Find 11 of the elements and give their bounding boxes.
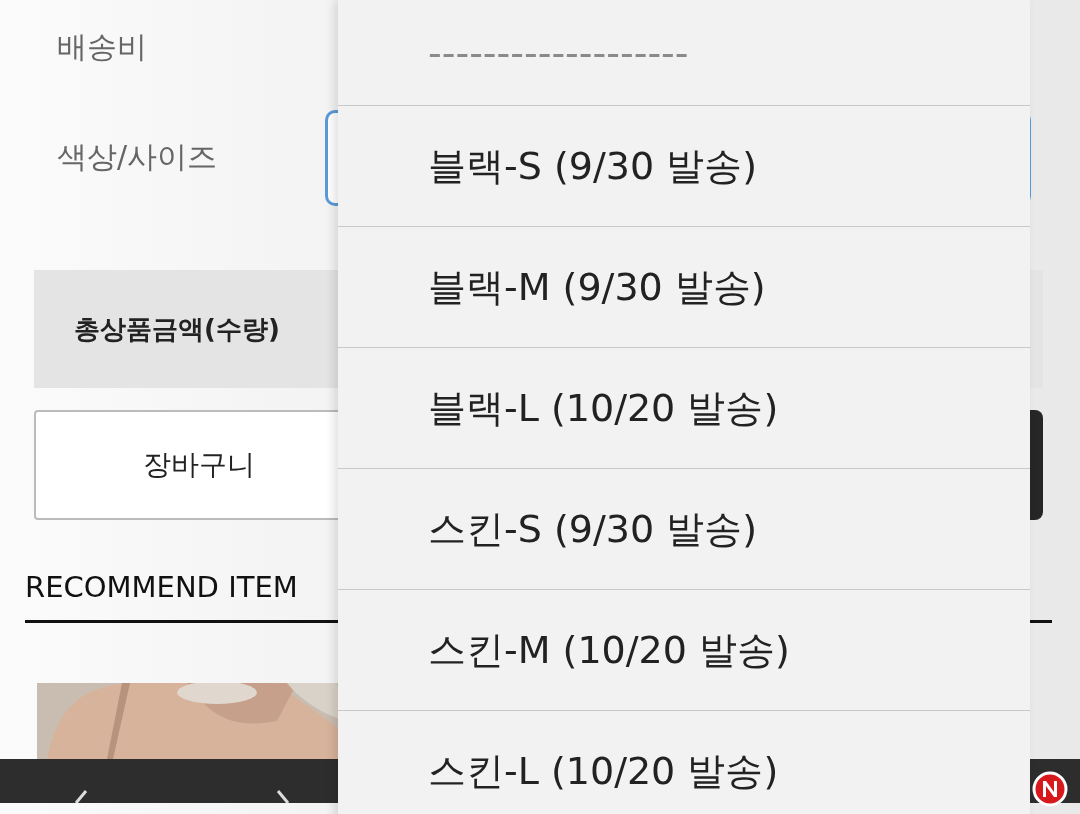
notification-icon[interactable] xyxy=(1032,771,1068,807)
dropdown-option[interactable]: 블랙-S (9/30 발송) xyxy=(338,106,1030,227)
dropdown-option[interactable]: 스킨-S (9/30 발송) xyxy=(338,469,1030,590)
dropdown-option[interactable]: 스킨-M (10/20 발송) xyxy=(338,590,1030,711)
dropdown-option[interactable]: 블랙-M (9/30 발송) xyxy=(338,227,1030,348)
section-title: RECOMMEND ITEM xyxy=(25,570,298,604)
total-label: 총상품금액(수량) xyxy=(74,312,280,346)
field-label: 색상/사이즈 xyxy=(57,138,219,176)
field-label: 배송비 xyxy=(57,28,148,66)
dropdown-option[interactable]: 스킨-L (10/20 발송) xyxy=(338,711,1030,814)
dropdown-option[interactable]: 블랙-L (10/20 발송) xyxy=(338,348,1030,469)
